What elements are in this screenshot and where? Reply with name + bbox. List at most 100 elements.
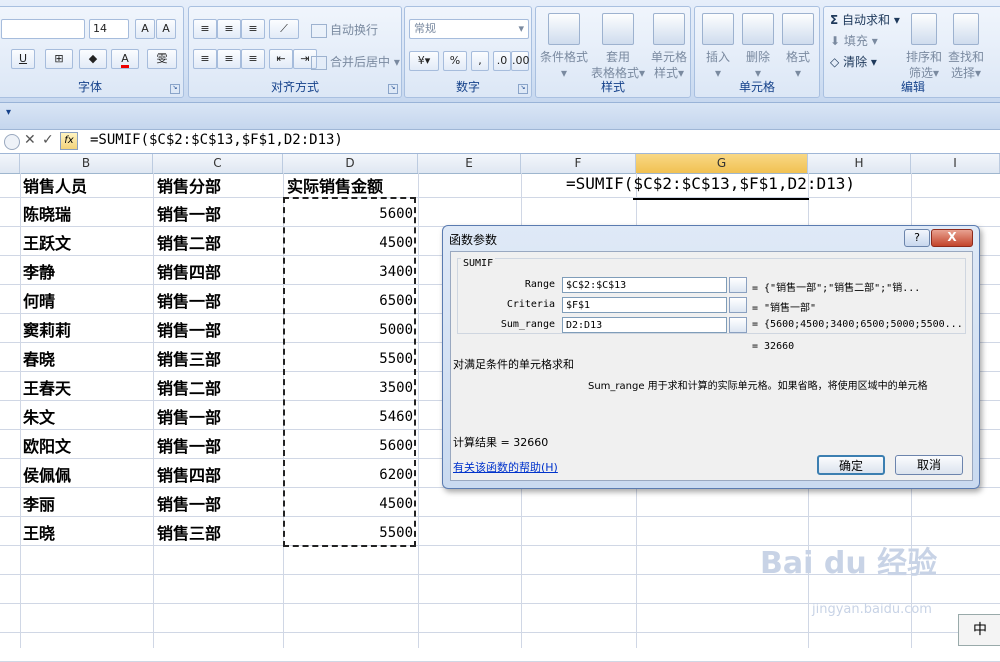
- column-header-i[interactable]: I: [911, 154, 1000, 173]
- alignment-dialog-launcher[interactable]: ↘: [388, 84, 398, 94]
- autosum-button[interactable]: Σ 自动求和 ▾: [830, 11, 900, 28]
- cancel-button[interactable]: 取消: [895, 455, 963, 475]
- dialog-help-button[interactable]: ?: [904, 229, 930, 247]
- table-cell-dept[interactable]: 销售四部: [157, 258, 281, 287]
- dialog-close-button[interactable]: X: [931, 229, 973, 247]
- table-cell-dept[interactable]: 销售二部: [157, 229, 281, 258]
- comma-button[interactable]: ,: [471, 51, 489, 71]
- currency-button[interactable]: ¥▾: [409, 51, 439, 71]
- table-cell-name[interactable]: 王春天: [23, 374, 151, 403]
- column-header-d[interactable]: D: [283, 154, 418, 173]
- qat-dropdown-icon[interactable]: ▾: [6, 107, 11, 118]
- align-bottom-button[interactable]: ≡: [241, 19, 265, 39]
- ime-indicator[interactable]: 中: [958, 614, 1000, 646]
- column-header-e[interactable]: E: [418, 154, 521, 173]
- collapse-dialog-icon[interactable]: [729, 277, 747, 293]
- percent-button[interactable]: %: [443, 51, 467, 71]
- table-cell-dept[interactable]: 销售一部: [157, 316, 281, 345]
- find-select-button[interactable]: 查找和 选择▾: [946, 13, 986, 81]
- table-cell-dept[interactable]: 销售三部: [157, 345, 281, 374]
- name-box-expander[interactable]: [4, 134, 20, 150]
- align-right-button[interactable]: ≡: [241, 49, 265, 69]
- collapse-dialog-icon[interactable]: [729, 317, 747, 333]
- arg-input-range[interactable]: $C$2:$C$13: [562, 277, 727, 293]
- table-cell-dept[interactable]: 销售一部: [157, 490, 281, 519]
- grow-font-button[interactable]: A: [135, 19, 155, 39]
- increase-decimal-button[interactable]: .0: [493, 51, 511, 71]
- table-cell-name[interactable]: 王晓: [23, 519, 151, 548]
- table-header-cell[interactable]: 销售人员: [23, 172, 151, 201]
- table-cell-dept[interactable]: 销售一部: [157, 403, 281, 432]
- wrap-text-button[interactable]: 自动换行: [311, 21, 378, 38]
- column-header-g[interactable]: G: [636, 154, 808, 173]
- phonetic-button[interactable]: 雯: [147, 49, 177, 69]
- align-top-button[interactable]: ≡: [193, 19, 217, 39]
- cells-group-label: 单元格: [738, 80, 775, 94]
- cell-style-label-1: 单元格: [650, 50, 687, 64]
- table-cell-name[interactable]: 李丽: [23, 490, 151, 519]
- table-cell-name[interactable]: 李静: [23, 258, 151, 287]
- enter-icon[interactable]: ✓: [42, 132, 54, 148]
- clear-button[interactable]: ◇ 清除 ▾: [830, 53, 877, 70]
- font-color-button[interactable]: A: [111, 49, 139, 69]
- underline-button[interactable]: U: [11, 49, 35, 69]
- decrease-decimal-button[interactable]: .00: [511, 51, 530, 71]
- border-button[interactable]: ⊞: [45, 49, 73, 69]
- table-cell-dept[interactable]: 销售四部: [157, 461, 281, 490]
- fill-color-button[interactable]: ◆: [79, 49, 107, 69]
- arg-input-sum-range[interactable]: D2:D13: [562, 317, 727, 333]
- font-size-select[interactable]: 14: [89, 19, 129, 39]
- ok-button[interactable]: 确定: [817, 455, 885, 475]
- table-cell-dept[interactable]: 销售一部: [157, 432, 281, 461]
- fill-button[interactable]: ⬇ 填充 ▾: [830, 32, 878, 49]
- font-name-select[interactable]: [1, 19, 85, 39]
- align-left-button[interactable]: ≡: [193, 49, 217, 69]
- merge-center-button[interactable]: 合并后居中 ▾: [311, 53, 400, 70]
- table-cell-name[interactable]: 窦莉莉: [23, 316, 151, 345]
- cell-style-button[interactable]: 单元格 样式▾: [646, 13, 692, 81]
- arg-input-criteria[interactable]: $F$1: [562, 297, 727, 313]
- number-format-select[interactable]: 常规 ▾: [409, 19, 529, 39]
- parameter-description: Sum_range 用于求和计算的实际单元格。如果省略，将使用区域中的单元格: [588, 381, 928, 392]
- align-center-button[interactable]: ≡: [217, 49, 241, 69]
- conditional-format-icon: [548, 13, 580, 45]
- column-header-h[interactable]: H: [808, 154, 911, 173]
- insert-button[interactable]: 插入 ▾: [699, 13, 737, 81]
- table-cell-name[interactable]: 朱文: [23, 403, 151, 432]
- table-cell-name[interactable]: 侯佩佩: [23, 461, 151, 490]
- cell-formula-f1[interactable]: =SUMIF($C$2:$C$13,$F$1,D2:D13): [566, 174, 855, 193]
- delete-button[interactable]: 删除 ▾: [739, 13, 777, 81]
- conditional-format-button[interactable]: 条件格式 ▾: [538, 13, 590, 81]
- format-button[interactable]: 格式 ▾: [779, 13, 817, 81]
- column-header-b[interactable]: B: [20, 154, 153, 173]
- table-cell-name[interactable]: 何晴: [23, 287, 151, 316]
- baidu-watermark-url: jingyan.baidu.com: [812, 602, 932, 617]
- table-cell-dept[interactable]: 销售二部: [157, 374, 281, 403]
- editing-group: Σ 自动求和 ▾ ⬇ 填充 ▾ ◇ 清除 ▾ 排序和 筛选▾ 查找和 选择▾ 编辑: [823, 6, 1000, 98]
- table-cell-dept[interactable]: 销售三部: [157, 519, 281, 548]
- sort-filter-button[interactable]: 排序和 筛选▾: [904, 13, 944, 81]
- decrease-indent-button[interactable]: ⇤: [269, 49, 293, 69]
- table-format-button[interactable]: 套用 表格格式▾: [590, 13, 646, 81]
- orientation-button[interactable]: ⟋: [269, 19, 299, 39]
- column-header-c[interactable]: C: [153, 154, 283, 173]
- column-header-f[interactable]: F: [521, 154, 636, 173]
- select-all-corner[interactable]: [0, 154, 20, 173]
- sort-filter-icon: [911, 13, 937, 45]
- cancel-icon[interactable]: ✕: [24, 132, 36, 148]
- table-cell-name[interactable]: 王跃文: [23, 229, 151, 258]
- collapse-dialog-icon[interactable]: [729, 297, 747, 313]
- font-dialog-launcher[interactable]: ↘: [170, 84, 180, 94]
- insert-function-icon[interactable]: fx: [60, 132, 78, 150]
- table-cell-name[interactable]: 春晓: [23, 345, 151, 374]
- number-dialog-launcher[interactable]: ↘: [518, 84, 528, 94]
- shrink-font-button[interactable]: A: [156, 19, 176, 39]
- table-cell-name[interactable]: 陈晓瑞: [23, 200, 151, 229]
- table-cell-name[interactable]: 欧阳文: [23, 432, 151, 461]
- table-header-cell[interactable]: 销售分部: [157, 172, 281, 201]
- align-middle-button[interactable]: ≡: [217, 19, 241, 39]
- table-cell-dept[interactable]: 销售一部: [157, 287, 281, 316]
- formula-input[interactable]: =SUMIF($C$2:$C$13,$F$1,D2:D13): [90, 132, 343, 148]
- help-link[interactable]: 有关该函数的帮助(H): [453, 459, 558, 475]
- table-cell-dept[interactable]: 销售一部: [157, 200, 281, 229]
